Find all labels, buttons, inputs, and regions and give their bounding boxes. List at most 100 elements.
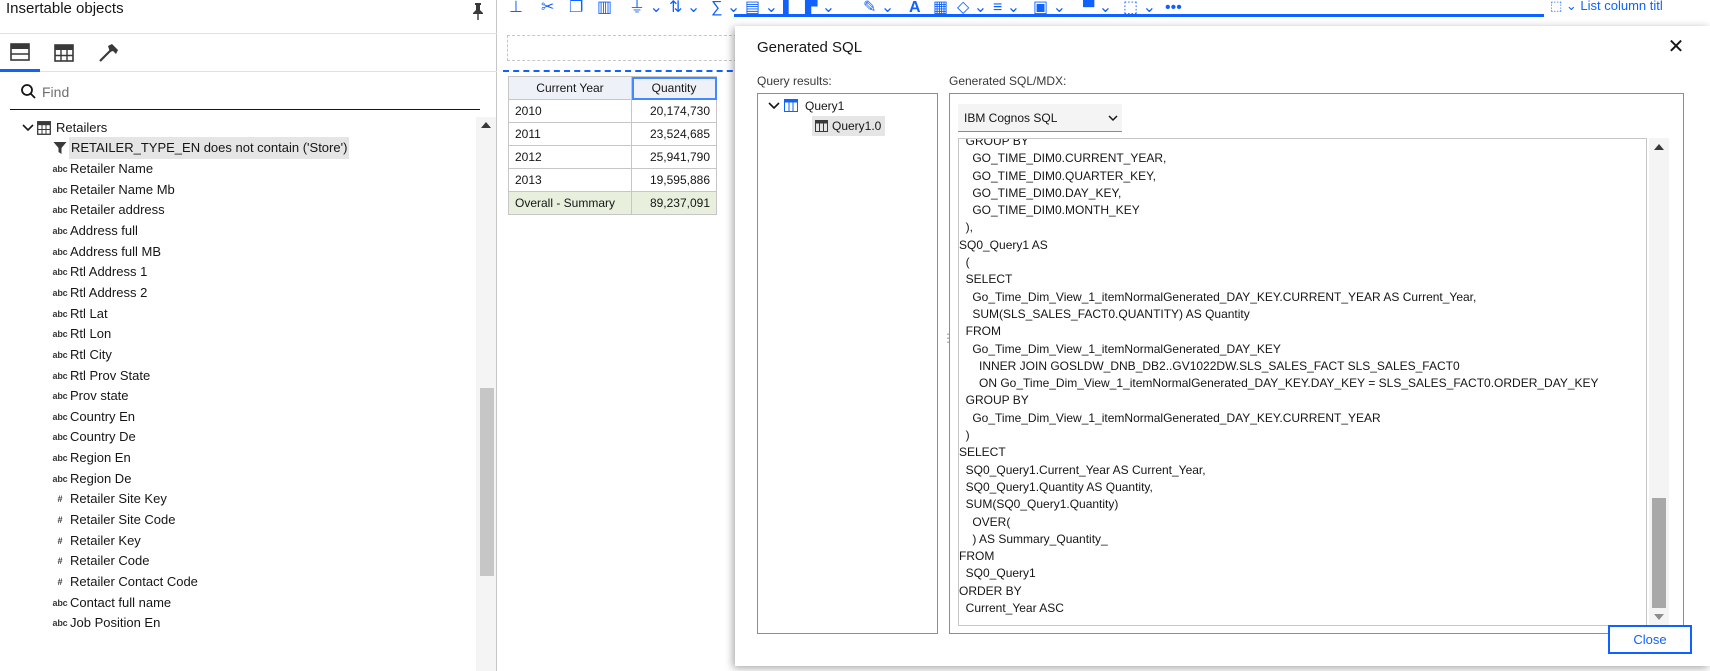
cell-quantity[interactable]: 19,595,886 xyxy=(631,168,717,192)
tab-toolbox[interactable] xyxy=(88,34,128,72)
close-button[interactable]: Close xyxy=(1608,625,1692,654)
tree-item[interactable]: abc Retailer address xyxy=(0,199,470,221)
dialog-title: Generated SQL xyxy=(757,39,863,56)
tree-item[interactable]: abc Rtl City xyxy=(0,344,470,366)
cell-year[interactable]: 2010 xyxy=(508,99,632,123)
table-row[interactable]: 2010 20,174,730 xyxy=(508,99,717,123)
drop-zone[interactable] xyxy=(507,35,737,61)
text-field-icon: abc xyxy=(52,164,68,174)
tree-item-label: Retailer Site Key xyxy=(70,491,167,507)
summary-row[interactable]: Overall - Summary 89,237,091 xyxy=(508,191,717,215)
chevron-down-icon[interactable] xyxy=(22,123,34,133)
tree-item-label: Retailer Name Mb xyxy=(70,181,175,197)
tree-item[interactable]: abc Retailer Name Mb xyxy=(0,179,470,201)
tree-item[interactable]: # Retailer Site Code xyxy=(0,509,470,531)
scrollbar-thumb[interactable] xyxy=(1652,498,1666,608)
tree-filter[interactable]: RETAILER_TYPE_EN does not contain ('Stor… xyxy=(0,137,470,159)
query-item-icon xyxy=(815,120,828,132)
numeric-field-icon: # xyxy=(57,515,63,526)
scroll-up-arrow-icon[interactable] xyxy=(1653,142,1665,152)
tree-item-label: Retailer Site Code xyxy=(70,512,176,528)
tree-item[interactable]: abc Rtl Address 1 xyxy=(0,261,470,283)
query-results-label: Query results: xyxy=(757,74,832,88)
column-header-current-year[interactable]: Current Year xyxy=(508,76,632,100)
scroll-down-arrow-icon[interactable] xyxy=(1653,612,1665,622)
generated-sql-label: Generated SQL/MDX: xyxy=(949,74,1067,88)
text-field-icon: abc xyxy=(52,225,68,236)
tree-item[interactable]: abc Country En xyxy=(0,406,470,428)
sort-dropdown-icon[interactable]: ⇅ ⌄ xyxy=(669,0,700,16)
tree-item-label: Country De xyxy=(70,429,136,445)
filter-dropdown-icon[interactable]: ⏚ ⌄ xyxy=(629,0,663,16)
cell-year[interactable]: 2013 xyxy=(508,168,632,192)
tree-item[interactable]: # Retailer Key xyxy=(0,530,470,552)
tree-item[interactable]: abc Address full MB xyxy=(0,241,470,263)
cut-icon[interactable]: ✂ xyxy=(541,0,554,16)
tree-item[interactable]: # Retailer Code xyxy=(0,550,470,572)
cell-year[interactable]: 2012 xyxy=(508,145,632,169)
table-row[interactable]: 2013 19,595,886 xyxy=(508,168,717,192)
tree-item[interactable]: # Retailer Contact Code xyxy=(0,571,470,593)
tree-item[interactable]: abc Country De xyxy=(0,426,470,448)
text-field-icon: abc xyxy=(52,267,68,278)
cell-quantity[interactable]: 23,524,685 xyxy=(631,122,717,146)
tab-source[interactable] xyxy=(0,34,40,72)
tree-item[interactable]: abc Rtl Prov State xyxy=(0,365,470,387)
list-column-title-selector[interactable]: ⬚ ⌄ List column titl xyxy=(1550,0,1663,14)
text-field-icon: abc xyxy=(52,287,68,298)
tree-item-label: Address full MB xyxy=(70,243,162,259)
tree-node-retailers[interactable]: Retailers xyxy=(0,117,470,139)
tree-item-label: Retailer Name xyxy=(70,161,154,176)
tree-item[interactable]: abc Rtl Lon xyxy=(0,323,470,345)
sql-text: GROUP BY GO_TIME_DIM0.CURRENT_YEAR, GO_T… xyxy=(959,138,1599,616)
tree-item-label: Rtl Lat xyxy=(70,305,108,321)
sql-dialect-select[interactable]: IBM Cognos SQL xyxy=(958,104,1122,132)
sql-text-area[interactable]: GROUP BY GO_TIME_DIM0.CURRENT_YEAR, GO_T… xyxy=(958,138,1647,626)
text-field-icon: abc xyxy=(52,329,68,340)
text-field-icon: abc xyxy=(52,618,68,629)
tree-item[interactable]: abc Region De xyxy=(0,468,470,490)
tree-item[interactable]: abc Retailer Name xyxy=(0,158,470,180)
tree-item-label: Retailer Contact Code xyxy=(70,574,198,589)
sql-scrollbar[interactable] xyxy=(1649,138,1669,626)
scrollbar[interactable] xyxy=(476,117,496,671)
tree-item[interactable]: # Retailer Site Key xyxy=(0,488,470,510)
tree-item-label: Rtl Address 1 xyxy=(70,264,148,280)
tree-item[interactable]: abc Rtl Address 2 xyxy=(0,282,470,304)
summary-value[interactable]: 89,237,091 xyxy=(631,191,717,215)
tree-item[interactable]: abc Contact full name xyxy=(0,592,470,614)
summary-label[interactable]: Overall - Summary xyxy=(508,191,632,215)
tree-item[interactable]: abc Job Position En xyxy=(0,612,470,634)
cell-quantity[interactable]: 25,941,790 xyxy=(631,145,717,169)
scroll-up-arrow-icon[interactable] xyxy=(480,120,492,130)
table-row[interactable]: 2012 25,941,790 xyxy=(508,145,717,169)
tree-item[interactable]: abc Rtl Lat xyxy=(0,303,470,325)
query-results-tree: Query1 Query1.0 xyxy=(757,93,938,634)
column-header-quantity[interactable]: Quantity xyxy=(631,76,717,100)
pin-icon[interactable] xyxy=(470,2,486,20)
tree-item[interactable]: abc Region En xyxy=(0,447,470,469)
cell-year[interactable]: 2011 xyxy=(508,122,632,146)
chevron-down-icon[interactable] xyxy=(768,101,780,111)
numeric-field-icon: # xyxy=(57,556,63,567)
close-icon[interactable]: ✕ xyxy=(1665,36,1687,58)
table-row[interactable]: 2011 23,524,685 xyxy=(508,122,717,146)
list-report[interactable]: Current Year Quantity 2010 20,174,730 20… xyxy=(508,76,717,215)
data-items-icon xyxy=(54,44,74,62)
copy-icon[interactable]: ❐ xyxy=(569,0,583,16)
query1-0-node[interactable]: Query1.0 xyxy=(812,116,886,136)
cell-quantity[interactable]: 20,174,730 xyxy=(631,99,717,123)
tree-item[interactable]: abc Address full xyxy=(0,220,470,242)
tree-item-label: Rtl Address 2 xyxy=(70,284,148,300)
tab-data-items[interactable] xyxy=(44,34,84,72)
scrollbar-thumb[interactable] xyxy=(480,388,494,576)
delete-icon[interactable]: ▥ xyxy=(597,0,612,16)
insert-table-icon[interactable]: ⊥ xyxy=(509,0,523,16)
generated-sql-panel: IBM Cognos SQL GROUP BY GO_TIME_DIM0.CUR… xyxy=(949,93,1684,634)
tree-item-label: Rtl City xyxy=(70,346,112,362)
tree-item-label: Region De xyxy=(70,470,132,486)
query1-node[interactable]: Query1 xyxy=(805,96,844,116)
tree-item[interactable]: abc Prov state xyxy=(0,385,470,407)
search-input[interactable] xyxy=(42,80,462,104)
text-field-icon: abc xyxy=(52,205,68,216)
